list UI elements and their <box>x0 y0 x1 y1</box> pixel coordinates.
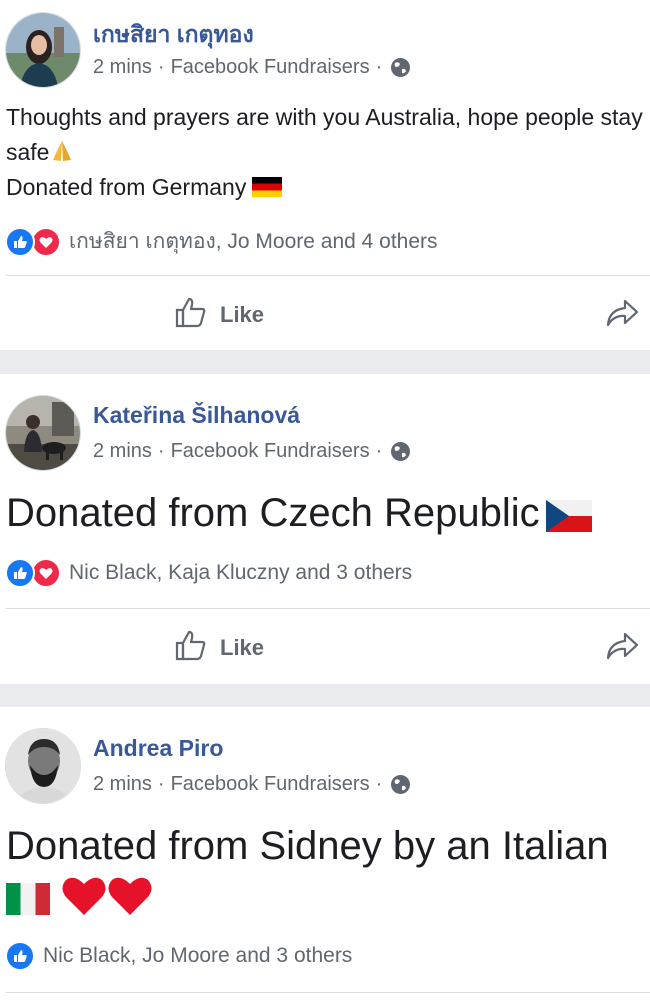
post-text-line: Donated from Czech Republic <box>6 491 540 535</box>
post-card: Kateřina Šilhanová 2 mins · Facebook Fun… <box>0 374 650 684</box>
post-source[interactable]: Facebook Fundraisers <box>171 56 370 79</box>
globe-icon[interactable] <box>390 57 411 78</box>
post-text-line: Donated from Sidney by an Italian <box>6 824 609 868</box>
post-timestamp[interactable]: 2 mins <box>93 56 152 79</box>
red-heart-emoji <box>61 875 107 929</box>
author-avatar[interactable] <box>5 728 81 804</box>
action-bar: Like <box>0 611 650 681</box>
post-card: Andrea Piro 2 mins · Facebook Fundraiser… <box>0 707 650 1001</box>
post-text: Donated from Sidney by an Italian <box>6 821 609 929</box>
author-avatar[interactable] <box>5 12 81 88</box>
meta-separator: · <box>375 56 383 78</box>
czech-flag-emoji <box>545 494 592 544</box>
like-reaction-icon <box>5 941 35 971</box>
meta-separator: · <box>157 773 165 795</box>
like-button[interactable]: Like <box>174 296 264 334</box>
like-label: Like <box>220 302 265 327</box>
red-heart-emoji <box>107 875 153 929</box>
post-card: เกษสิยา เกตุทอง 2 mins · Facebook Fundra… <box>0 0 650 350</box>
thumbs-up-icon <box>174 629 220 667</box>
post-meta: 2 mins · Facebook Fundraisers · <box>93 773 411 796</box>
post-text-line: safe <box>6 139 50 165</box>
love-reaction-icon <box>31 558 61 588</box>
post-meta: 2 mins · Facebook Fundraisers · <box>93 440 411 463</box>
like-label: Like <box>220 635 265 660</box>
meta-separator: · <box>375 440 383 462</box>
author-avatar[interactable] <box>5 395 81 471</box>
reactions-label[interactable]: เกษสิยา เกตุทอง, Jo Moore and 4 others <box>69 225 438 258</box>
post-text-line: Thoughts and prayers are with you Austra… <box>6 104 643 130</box>
divider <box>6 608 650 609</box>
globe-icon[interactable] <box>390 774 411 795</box>
meta-separator: · <box>157 56 165 78</box>
post-text: Thoughts and prayers are with you Austra… <box>6 100 643 205</box>
reactions-label[interactable]: Nic Black, Kaja Kluczny and 3 others <box>69 561 412 585</box>
post-source[interactable]: Facebook Fundraisers <box>171 773 370 796</box>
like-reaction-icon <box>5 558 35 588</box>
divider <box>6 992 650 993</box>
post-timestamp[interactable]: 2 mins <box>93 440 152 463</box>
author-name[interactable]: Andrea Piro <box>93 735 223 762</box>
reactions-label[interactable]: Nic Black, Jo Moore and 3 others <box>43 944 352 968</box>
share-button[interactable] <box>605 631 639 666</box>
post-text: Donated from Czech Republic <box>6 488 592 544</box>
meta-separator: · <box>157 440 165 462</box>
share-icon <box>605 632 639 665</box>
reactions-summary[interactable]: เกษสิยา เกตุทอง, Jo Moore and 4 others <box>5 225 438 258</box>
share-icon <box>605 299 639 332</box>
post-text-line-2: safe <box>6 135 643 170</box>
like-button[interactable]: Like <box>174 629 264 667</box>
author-name[interactable]: Kateřina Šilhanová <box>93 402 300 429</box>
post-meta: 2 mins · Facebook Fundraisers · <box>93 56 411 79</box>
reactions-summary[interactable]: Nic Black, Kaja Kluczny and 3 others <box>5 558 412 588</box>
meta-separator: · <box>375 773 383 795</box>
globe-icon[interactable] <box>390 441 411 462</box>
italy-flag-emoji <box>6 883 50 915</box>
post-timestamp[interactable]: 2 mins <box>93 773 152 796</box>
reactions-summary[interactable]: Nic Black, Jo Moore and 3 others <box>5 941 352 971</box>
emoji-line <box>6 873 609 929</box>
thumbs-up-icon <box>174 296 220 334</box>
like-reaction-icon <box>5 226 35 257</box>
action-bar: Like <box>0 278 650 348</box>
author-name[interactable]: เกษสิยา เกตุทอง <box>93 17 254 53</box>
love-reaction-icon <box>31 226 61 257</box>
share-button[interactable] <box>605 298 639 333</box>
post-text-line: Donated from Germany <box>6 174 247 200</box>
praying-hands-emoji <box>49 139 75 165</box>
post-text-line-3: Donated from Germany <box>6 170 643 205</box>
germany-flag-emoji <box>252 177 283 197</box>
post-source[interactable]: Facebook Fundraisers <box>171 440 370 463</box>
divider <box>6 275 650 276</box>
